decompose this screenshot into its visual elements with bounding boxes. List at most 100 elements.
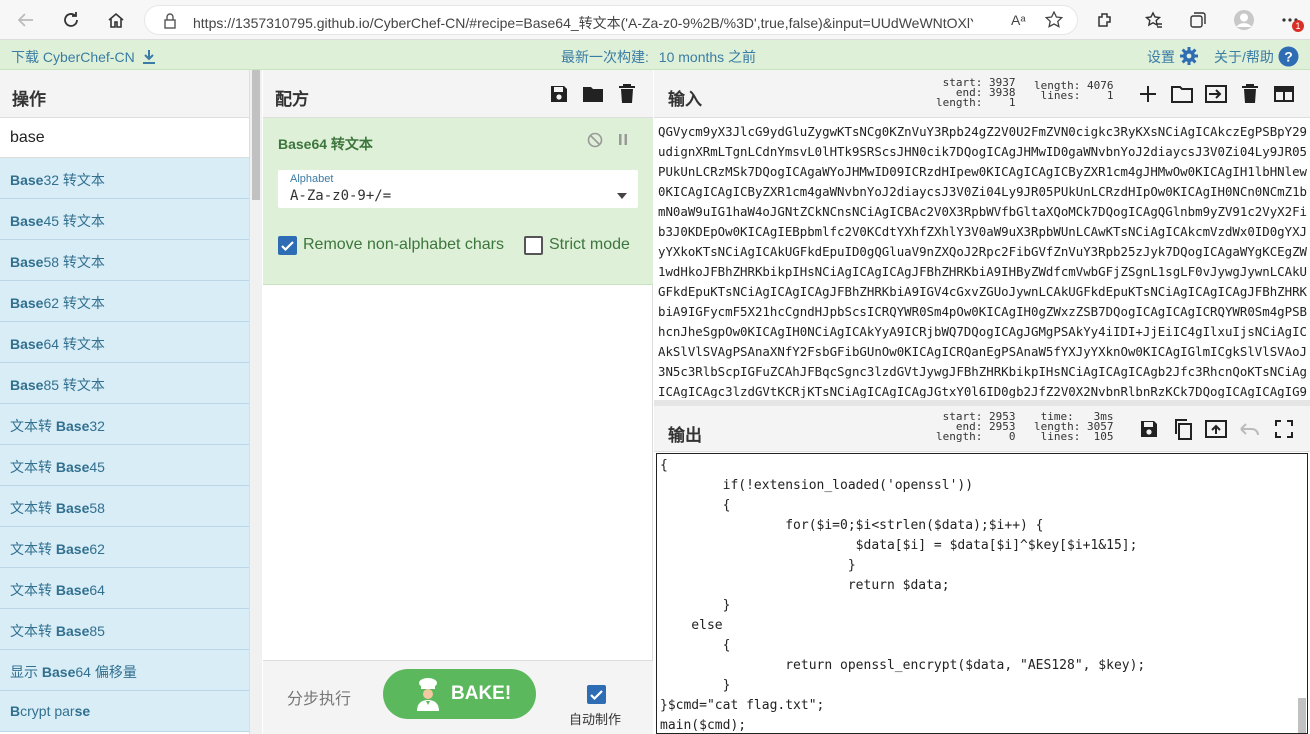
operation-list-item[interactable]: Base45 转文本 [0,199,249,240]
strict-mode-label[interactable]: Strict mode [549,236,630,254]
remove-non-alphabet-checkbox[interactable] [278,236,297,255]
operation-match[interactable]: Base [56,500,89,516]
extensions-icon[interactable] [1093,8,1117,32]
open-file-icon[interactable] [1204,82,1228,106]
home-icon[interactable] [102,6,130,34]
disable-icon[interactable] [587,132,603,151]
operations-search-input[interactable]: base [0,118,249,158]
operation-match[interactable]: Base [42,664,75,680]
lock-icon[interactable] [163,13,177,32]
address-bar[interactable]: https://1357310795.github.io/CyberChef-C… [144,5,1078,35]
open-folder-icon[interactable] [1170,82,1194,106]
undo-icon[interactable] [1238,417,1262,441]
step-button[interactable]: 分步执行 [287,685,351,709]
operation-list-item[interactable]: Base58 转文本 [0,240,249,281]
operation-suffix[interactable]: 58 [89,500,105,516]
trash-icon[interactable] [615,82,639,106]
read-aloud-icon[interactable]: Aᵃ [1011,12,1026,28]
about-label[interactable]: 关于/帮助 [1214,49,1274,65]
operation-suffix[interactable]: 62 [89,541,105,557]
alphabet-select[interactable]: Alphabet A-Za-z0-9+/= [278,170,638,208]
operation-match-tail[interactable]: se [75,703,91,719]
operation-list-item[interactable]: 文本转 Base45 [0,445,249,486]
clear-input-icon[interactable] [1238,82,1262,106]
profile-avatar[interactable] [1232,8,1256,32]
operation-match[interactable]: B [10,703,20,719]
scrollbar-thumb[interactable] [252,70,260,200]
operation-match[interactable]: Base [56,418,89,434]
download-link[interactable]: 下载 CyberChef-CN [11,47,156,67]
operation-list-item[interactable]: 文本转 Base32 [0,404,249,445]
operation-list-item[interactable]: 显示 Base64 偏移量 [0,650,249,691]
operation-suffix[interactable]: 32 转文本 [43,172,104,188]
output-textarea[interactable]: { if(!extension_loaded('openssl')) { for… [656,453,1308,734]
operations-scrollbar[interactable] [250,70,262,734]
reset-layout-icon[interactable] [1272,82,1296,106]
download-label[interactable]: 下载 CyberChef-CN [11,49,135,65]
operation-match[interactable]: Base [56,459,89,475]
operation-suffix[interactable]: 45 [89,459,105,475]
add-favorite-icon[interactable] [1044,10,1064,32]
operation-suffix[interactable]: 45 转文本 [43,213,104,229]
operation-match[interactable]: Base [56,541,89,557]
operation-match[interactable]: Base [10,336,43,352]
folder-icon[interactable] [581,82,605,106]
operation-suffix[interactable]: 62 转文本 [43,295,104,311]
about-link[interactable]: 关于/帮助 ? [1214,46,1299,67]
operation-match[interactable]: Base [10,295,43,311]
operation-match[interactable]: Base [10,377,43,393]
operation-prefix[interactable]: 文本转 [10,541,56,557]
chevron-down-icon[interactable] [617,186,627,202]
operation-prefix[interactable]: 显示 [10,664,42,680]
operation-list-item[interactable]: 文本转 Base85 [0,609,249,650]
operation-list-item[interactable]: Base62 转文本 [0,281,249,322]
operation-list-item[interactable]: Base32 转文本 [0,158,249,199]
operation-prefix[interactable]: 文本转 [10,459,56,475]
settings-label[interactable]: 设置 [1147,49,1175,65]
operation-suffix[interactable]: crypt par [20,703,74,719]
refresh-icon[interactable] [57,6,85,34]
autobake-checkbox[interactable] [587,685,606,704]
save-icon[interactable] [547,82,571,106]
download-icon[interactable] [142,49,156,64]
settings-menu-icon[interactable]: 1 [1278,8,1304,32]
operation-suffix[interactable]: 85 转文本 [43,377,104,393]
operation-list-item[interactable]: Base85 转文本 [0,363,249,404]
operation-match[interactable]: Base [10,213,43,229]
favorites-icon[interactable] [1142,8,1166,32]
collections-icon[interactable] [1186,8,1210,32]
output-text[interactable]: { if(!extension_loaded('openssl')) { for… [660,456,1145,733]
alphabet-value[interactable]: A-Za-z0-9+/= [290,188,391,204]
operation-suffix[interactable]: 64 转文本 [43,336,104,352]
copy-icon[interactable] [1171,417,1195,441]
back-icon[interactable] [12,6,40,34]
output-scrollbar[interactable] [1297,454,1307,733]
operation-list-item[interactable]: 文本转 Base64 [0,568,249,609]
bake-label[interactable]: BAKE! [451,683,511,705]
strict-mode-checkbox[interactable] [524,236,543,255]
operation-list-item[interactable]: Base64 转文本 [0,322,249,363]
operation-suffix[interactable]: 32 [89,418,105,434]
operation-suffix[interactable]: 58 转文本 [43,254,104,270]
operation-prefix[interactable]: 文本转 [10,418,56,434]
operation-prefix[interactable]: 文本转 [10,582,56,598]
operation-list-item[interactable]: 文本转 Base62 [0,527,249,568]
operation-match[interactable]: Base [56,623,89,639]
remove-non-alphabet-label[interactable]: Remove non-alphabet chars [303,236,504,254]
operation-suffix[interactable]: 64 [89,582,105,598]
operation-suffix[interactable]: 64 偏移量 [75,664,136,680]
url-text[interactable]: https://1357310795.github.io/CyberChef-C… [193,13,973,33]
input-textarea[interactable]: QGVycm9yX3JlcG9ydGluZygwKTsNCg0KZnVuY3Rp… [658,122,1308,398]
scrollbar-thumb[interactable] [1298,698,1306,733]
operation-match[interactable]: Base [56,582,89,598]
operation-suffix[interactable]: 85 [89,623,105,639]
help-icon[interactable]: ? [1278,46,1299,67]
settings-link[interactable]: 设置 [1147,46,1199,67]
save-output-icon[interactable] [1137,417,1161,441]
operation-list-item[interactable]: 文本转 Base58 [0,486,249,527]
operation-list-item[interactable]: Bcrypt parse [0,691,249,732]
gear-icon[interactable] [1179,46,1199,66]
operation-prefix[interactable]: 文本转 [10,623,56,639]
pause-icon[interactable] [617,133,629,150]
add-tab-icon[interactable] [1136,82,1160,106]
